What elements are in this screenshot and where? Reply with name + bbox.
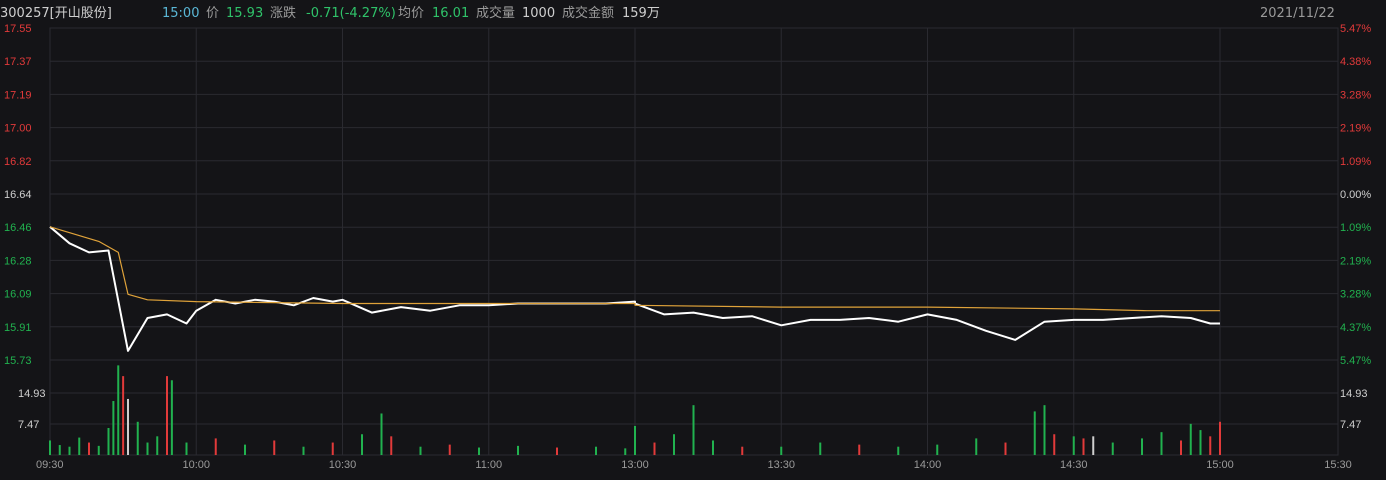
pct-tick-label: 2.19% [1340, 123, 1371, 135]
pct-tick-label: 5.47% [1340, 23, 1371, 35]
price-tick-label: 17.37 [4, 56, 32, 68]
price-tick-label: 16.28 [4, 255, 32, 267]
price-tick-label: 17.00 [4, 123, 32, 135]
price-tick-label: 17.19 [4, 89, 32, 101]
price-tick-label: 15.73 [4, 355, 32, 367]
volume-tick-label-right: 14.93 [1340, 388, 1368, 400]
price-tick-label: 17.55 [4, 23, 32, 35]
pct-tick-label: 5.47% [1340, 355, 1371, 367]
chart-frame [49, 27, 1339, 456]
pct-tick-label: 1.09% [1340, 156, 1371, 168]
pct-tick-label: 4.37% [1340, 322, 1371, 334]
price-tick-label: 16.46 [4, 222, 32, 234]
volume-tick-label-right: 7.47 [1340, 419, 1361, 431]
time-tick-label: 09:30 [36, 459, 64, 471]
volume-tick-label: 7.47 [18, 419, 39, 431]
pct-tick-label: 0.00% [1340, 189, 1371, 201]
pct-tick-label: 4.38% [1340, 56, 1371, 68]
volume-tick-label: 14.93 [18, 388, 46, 400]
time-tick-label: 14:30 [1060, 459, 1088, 471]
price-tick-label: 16.82 [4, 156, 32, 168]
time-tick-label: 10:00 [182, 459, 210, 471]
time-tick-label: 15:00 [1206, 459, 1234, 471]
pct-tick-label: 2.19% [1340, 255, 1371, 267]
price-tick-label: 15.91 [4, 322, 32, 334]
pct-tick-label: 3.28% [1340, 89, 1371, 101]
time-tick-label: 11:00 [475, 459, 502, 471]
pct-tick-label: 3.28% [1340, 289, 1371, 301]
time-tick-label: 15:30 [1324, 459, 1352, 471]
time-tick-label: 13:30 [767, 459, 795, 471]
pct-tick-label: 1.09% [1340, 222, 1371, 234]
intraday-chart[interactable]: 17.55 17.37 17.19 17.00 16.82 16.64 16.46 16.28… [0, 0, 1386, 480]
price-tick-label: 16.64 [4, 189, 32, 201]
time-tick-label: 14:00 [914, 459, 942, 471]
price-tick-label: 16.09 [4, 289, 32, 301]
time-tick-label: 10:30 [329, 459, 357, 471]
time-tick-label: 13:00 [621, 459, 649, 471]
